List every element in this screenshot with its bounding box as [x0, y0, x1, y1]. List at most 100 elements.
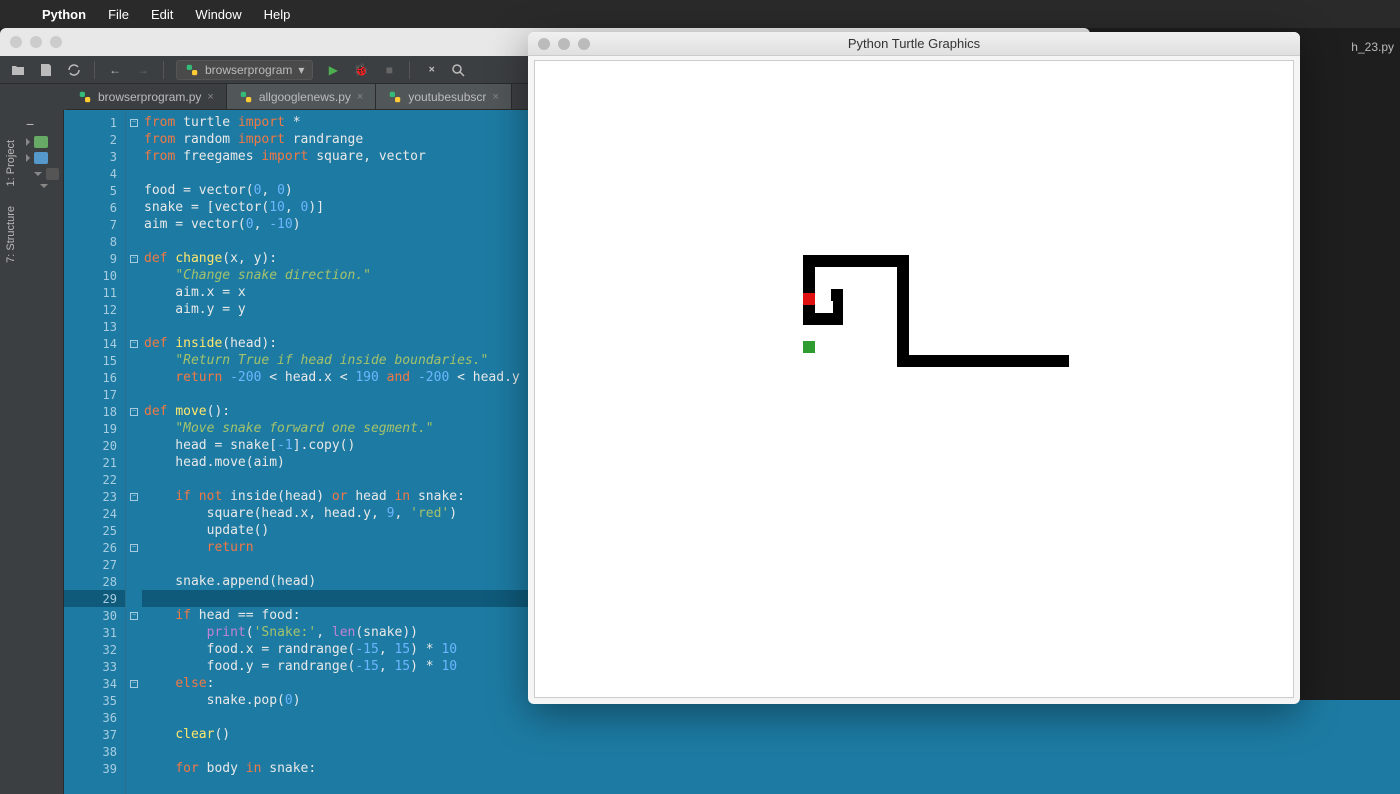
debug-icon[interactable]: 🐞	[353, 62, 369, 78]
tree-collapse-icon[interactable]	[34, 172, 42, 176]
turtle-canvas	[534, 60, 1294, 698]
line-number: 12	[64, 301, 125, 318]
turtle-window: Python Turtle Graphics	[528, 32, 1300, 704]
line-number: 38	[64, 743, 125, 760]
turtle-window-title: Python Turtle Graphics	[848, 36, 980, 51]
separator	[163, 61, 164, 79]
fold-toggle-icon[interactable]: −	[130, 119, 138, 127]
folder-icon	[34, 136, 48, 148]
minus-icon[interactable]: −	[26, 116, 34, 132]
tab-label: youtubesubscr	[408, 90, 486, 104]
tab-label: allgooglenews.py	[259, 90, 351, 104]
close-window-icon[interactable]	[538, 38, 550, 50]
line-number: 25	[64, 522, 125, 539]
python-icon	[239, 90, 253, 104]
line-number: 11	[64, 284, 125, 301]
tab-truncated[interactable]: h_23.py	[1345, 36, 1400, 58]
line-number: 24	[64, 505, 125, 522]
line-number: 13	[64, 318, 125, 335]
stop-icon[interactable]: ■	[381, 62, 397, 78]
tree-expand-icon[interactable]	[26, 138, 30, 146]
close-tab-icon[interactable]: ×	[207, 91, 213, 103]
white-square	[821, 301, 833, 313]
line-number: 33	[64, 658, 125, 675]
line-number: 31	[64, 624, 125, 641]
line-number: 17	[64, 386, 125, 403]
settings-icon[interactable]	[422, 62, 438, 78]
python-icon	[78, 90, 92, 104]
menu-file[interactable]: File	[108, 7, 129, 22]
editor-tab[interactable]: browserprogram.py ×	[66, 84, 227, 109]
line-number: 4	[64, 165, 125, 182]
food-square	[803, 341, 815, 353]
menu-edit[interactable]: Edit	[151, 7, 173, 22]
line-number: 7	[64, 216, 125, 233]
folder-icon	[34, 152, 48, 164]
code-line[interactable]	[142, 709, 1090, 726]
line-number: 18	[64, 403, 125, 420]
menu-window[interactable]: Window	[195, 7, 241, 22]
search-icon[interactable]	[450, 62, 466, 78]
tree-expand-icon[interactable]	[26, 154, 30, 162]
tab-label: browserprogram.py	[98, 90, 201, 104]
close-window-icon[interactable]	[10, 36, 22, 48]
open-icon[interactable]	[10, 62, 26, 78]
chevron-down-icon: ▾	[298, 63, 304, 77]
minimize-window-icon[interactable]	[30, 36, 42, 48]
line-number: 28	[64, 573, 125, 590]
python-icon	[388, 90, 402, 104]
snake-segment	[803, 255, 909, 267]
line-number: 26	[64, 539, 125, 556]
line-number: 21	[64, 454, 125, 471]
editor-bg-overflow	[1088, 700, 1400, 794]
sync-icon[interactable]	[66, 62, 82, 78]
project-tool-button[interactable]: 1: Project	[5, 140, 17, 186]
line-number: 30	[64, 607, 125, 624]
project-pane[interactable]: −	[22, 110, 64, 794]
run-config-label: browserprogram	[205, 63, 292, 77]
file-icon	[46, 168, 59, 180]
line-number: 3	[64, 148, 125, 165]
minimize-window-icon[interactable]	[558, 38, 570, 50]
fold-toggle-icon[interactable]: −	[130, 493, 138, 501]
editor-tab[interactable]: allgooglenews.py ×	[227, 84, 377, 109]
fold-toggle-icon[interactable]: −	[130, 408, 138, 416]
fold-toggle-icon[interactable]: −	[130, 255, 138, 263]
fold-gutter: − − − − − − − −	[126, 110, 142, 794]
line-number: 35	[64, 692, 125, 709]
macos-menubar: Python File Edit Window Help	[0, 0, 1400, 28]
maximize-window-icon[interactable]	[50, 36, 62, 48]
line-number: 2	[64, 131, 125, 148]
run-configuration-selector[interactable]: browserprogram ▾	[176, 60, 313, 80]
left-tool-rail: 1: Project 7: Structure	[0, 110, 22, 794]
code-line[interactable]: clear()	[142, 726, 1090, 743]
editor-tab[interactable]: youtubesubscr ×	[376, 84, 511, 109]
menu-help[interactable]: Help	[264, 7, 291, 22]
forward-icon[interactable]: →	[135, 62, 151, 78]
snake-segment	[903, 355, 1069, 367]
fold-toggle-icon[interactable]: −	[130, 544, 138, 552]
maximize-window-icon[interactable]	[578, 38, 590, 50]
line-number: 39	[64, 760, 125, 777]
line-number: 8	[64, 233, 125, 250]
run-icon[interactable]: ▶	[325, 62, 341, 78]
code-line[interactable]: for body in snake:	[142, 760, 1090, 777]
line-number: 15	[64, 352, 125, 369]
snake-head-red	[803, 293, 815, 305]
fold-toggle-icon[interactable]: −	[130, 680, 138, 688]
close-tab-icon[interactable]: ×	[492, 91, 498, 103]
structure-tool-button[interactable]: 7: Structure	[5, 206, 17, 263]
tree-collapse-icon[interactable]	[40, 184, 48, 188]
fold-toggle-icon[interactable]: −	[130, 612, 138, 620]
fold-toggle-icon[interactable]: −	[130, 340, 138, 348]
line-number: 22	[64, 471, 125, 488]
app-menu[interactable]: Python	[42, 7, 86, 22]
close-tab-icon[interactable]: ×	[357, 91, 363, 103]
line-number: 29	[64, 590, 125, 607]
line-number: 32	[64, 641, 125, 658]
save-icon[interactable]	[38, 62, 54, 78]
back-icon[interactable]: ←	[107, 62, 123, 78]
line-number-gutter: 1234567891011121314151617181920212223242…	[64, 110, 126, 794]
line-number: 34	[64, 675, 125, 692]
code-line[interactable]	[142, 743, 1090, 760]
